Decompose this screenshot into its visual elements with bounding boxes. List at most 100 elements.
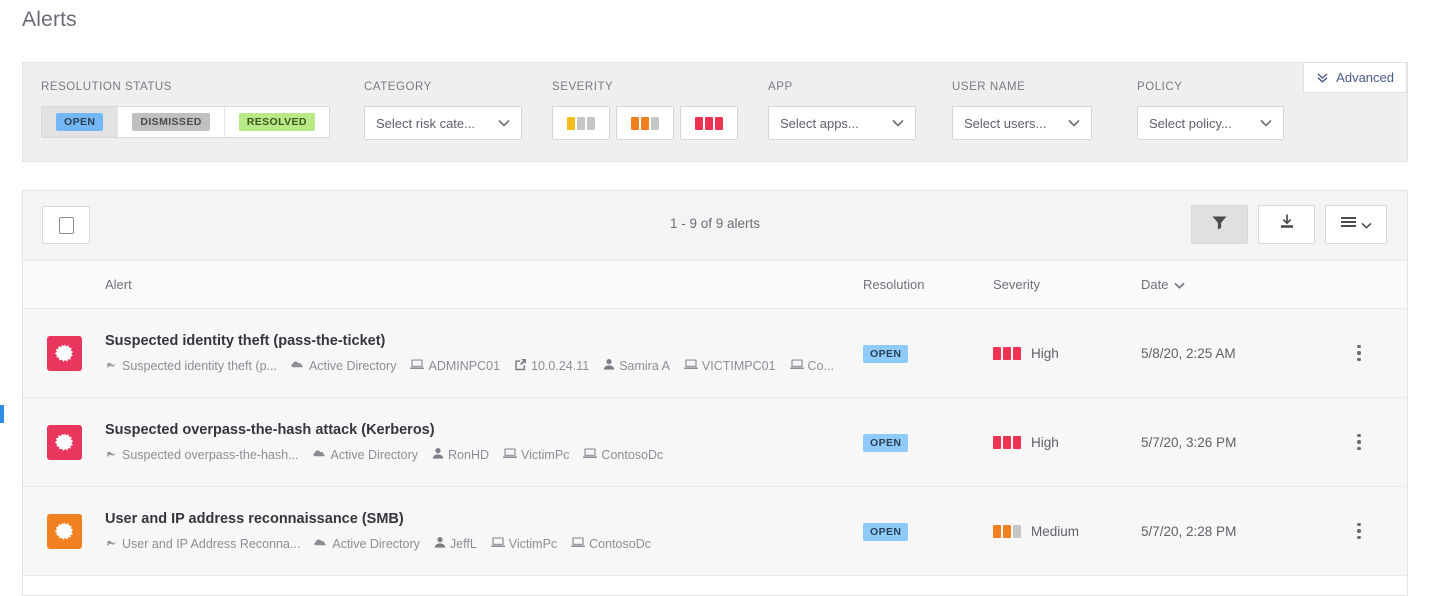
table-row[interactable]: Suspected identity theft (pass-the-ticke… [23, 309, 1407, 398]
alert-meta-label: ADMINPC01 [428, 358, 501, 373]
alert-title[interactable]: Suspected overpass-the-hash attack (Kerb… [105, 422, 863, 438]
app-value: Select apps... [780, 115, 859, 131]
row-overflow-menu-icon[interactable] [1351, 517, 1367, 546]
alert-meta-item[interactable]: Active Directory [312, 447, 418, 463]
policy-label: POLICY [1137, 81, 1183, 93]
alert-title[interactable]: Suspected identity theft (pass-the-ticke… [105, 333, 863, 349]
status-badge: OPEN [863, 344, 909, 363]
alert-meta-item[interactable]: Suspected overpass-the-hash... [105, 447, 299, 463]
cloud-icon [314, 536, 328, 552]
app-label: APP [768, 81, 793, 93]
alert-meta-item[interactable]: VICTIMPC01 [683, 358, 776, 373]
severity-option-high[interactable] [680, 106, 738, 140]
severity-cell: High [993, 435, 1141, 450]
computer-icon [789, 358, 804, 373]
alert-meta-item[interactable]: Active Directory [291, 358, 397, 374]
alert-meta-item[interactable]: Active Directory [314, 536, 420, 552]
filter-button[interactable] [1191, 205, 1248, 244]
alert-meta-item[interactable]: VictimPc [490, 536, 557, 551]
alert-meta-label: User and IP Address Reconna... [122, 536, 301, 551]
alert-meta-row: Suspected identity theft (p... Active Dir… [105, 358, 863, 374]
alert-meta-item[interactable]: JeffL [434, 536, 477, 552]
page-title: Alerts [22, 8, 77, 31]
alert-meta-item[interactable]: User and IP Address Reconna... [105, 536, 300, 552]
user-icon [434, 536, 446, 552]
chip-resolved: RESOLVED [238, 112, 315, 132]
row-overflow-menu-icon[interactable] [1351, 428, 1367, 457]
filter-app: APP Select apps... [768, 81, 916, 140]
alert-meta-label: ContosoDc [601, 447, 664, 462]
severity-options [552, 106, 738, 140]
alert-meta-label: 10.0.24.11 [531, 358, 590, 373]
severity-cell: High [993, 346, 1141, 361]
computer-icon [503, 447, 518, 462]
date-cell: 5/7/20, 3:26 PM [1141, 434, 1237, 450]
app-select[interactable]: Select apps... [768, 106, 916, 140]
severity-option-medium[interactable] [616, 106, 674, 140]
resolution-option-open[interactable]: OPEN [42, 107, 119, 137]
user-select[interactable]: Select users... [952, 106, 1092, 140]
export-button[interactable] [1258, 205, 1315, 244]
resolution-option-resolved[interactable]: RESOLVED [224, 107, 329, 137]
row-severity-icon-cell [23, 513, 105, 549]
column-header-severity: Severity [993, 277, 1040, 292]
cloud-icon [312, 447, 327, 463]
alert-meta-label: VICTIMPC01 [701, 358, 776, 373]
table-row[interactable]: User and IP address reconnaissance (SMB)… [23, 487, 1407, 576]
status-badge: OPEN [863, 522, 909, 541]
date-cell: 5/7/20, 2:28 PM [1141, 523, 1237, 539]
alert-starburst-icon [46, 335, 82, 371]
severity-bars-high [695, 116, 723, 130]
column-header-resolution: Resolution [863, 277, 925, 292]
date-cell: 5/8/20, 2:25 AM [1141, 345, 1236, 361]
alert-title[interactable]: User and IP address reconnaissance (SMB) [105, 511, 863, 527]
user-name-label: USER NAME [952, 81, 1026, 93]
resolution-cell: OPEN [863, 433, 993, 452]
alert-meta-item[interactable]: Samira A [603, 358, 670, 374]
row-overflow-menu-icon[interactable] [1351, 339, 1367, 368]
toolbar-buttons [1191, 205, 1387, 244]
view-options-button[interactable] [1325, 205, 1387, 244]
alert-meta-row: User and IP Address Reconna... Active Dir… [105, 536, 863, 552]
resolution-option-dismissed[interactable]: DISMISSED [118, 107, 225, 137]
alert-meta-row: Suspected overpass-the-hash... Active Dir… [105, 447, 863, 463]
alert-meta-item[interactable]: ContosoDc [571, 536, 651, 551]
alert-meta-label: Suspected overpass-the-hash... [122, 447, 299, 462]
chevron-down-icon [1068, 119, 1080, 127]
advanced-label: Advanced [1336, 70, 1394, 85]
policy-icon [105, 358, 118, 374]
date-header-label: Date [1141, 277, 1169, 292]
filter-bar: Advanced RESOLUTION STATUS OPEN DISMISSE… [22, 62, 1408, 162]
filter-user-name: USER NAME Select users... [952, 81, 1092, 140]
double-chevron-down-icon [1316, 71, 1329, 84]
alert-meta-label: VictimPc [521, 447, 570, 462]
category-select[interactable]: Select risk cate... [364, 106, 522, 140]
severity-label: High [1031, 345, 1059, 361]
alerts-table: 1 - 9 of 9 alerts Alert Resolution Sever… [22, 190, 1408, 596]
alert-meta-item[interactable]: VictimPc [503, 447, 569, 462]
cloud-icon [291, 358, 305, 374]
row-actions-cell [1311, 339, 1407, 368]
column-header-date[interactable]: Date [1141, 277, 1311, 292]
alert-meta-item[interactable]: 10.0.24.11 [514, 358, 589, 374]
table-header-row: Alert Resolution Severity Date [23, 261, 1407, 309]
alert-meta-label: Active Directory [308, 358, 397, 373]
policy-select[interactable]: Select policy... [1137, 106, 1284, 140]
computer-icon [683, 358, 698, 373]
resolution-cell: OPEN [863, 344, 993, 363]
alert-meta-item[interactable]: Co... [789, 358, 834, 373]
filter-resolution-status: RESOLUTION STATUS OPEN DISMISSED RESOLVE… [41, 81, 330, 138]
alert-meta-item[interactable]: RonHD [432, 447, 489, 463]
chip-dismissed: DISMISSED [132, 112, 210, 132]
severity-option-low[interactable] [552, 106, 610, 140]
status-badge: OPEN [863, 433, 909, 452]
alert-meta-item[interactable]: ContosoDc [583, 447, 663, 462]
table-row[interactable]: Suspected overpass-the-hash attack (Kerb… [23, 398, 1407, 487]
severity-cell: Medium [993, 524, 1141, 539]
advanced-filters-toggle[interactable]: Advanced [1303, 62, 1407, 93]
filter-policy: POLICY Select policy... [1137, 81, 1284, 140]
alert-starburst-icon [46, 424, 82, 460]
alerts-page: Alerts Advanced RESOLUTION STATUS OPEN D… [0, 0, 1430, 596]
alert-meta-item[interactable]: ADMINPC01 [410, 358, 500, 373]
alert-meta-item[interactable]: Suspected identity theft (p... [105, 358, 277, 374]
